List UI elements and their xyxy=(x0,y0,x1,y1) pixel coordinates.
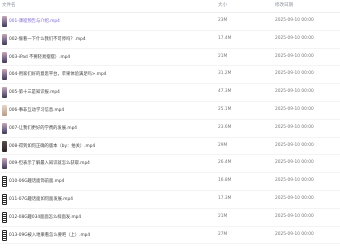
video-thumbnail-icon xyxy=(2,69,7,81)
file-row[interactable]: 004-用家们好的意思平台，苹果体验满足吗>.mp4 31.2M 2025-09-1… xyxy=(0,66,340,85)
file-row[interactable]: 001-课程预告与介绍.mp4 23M 2025-09-10 00:00 xyxy=(0,13,340,31)
file-size: 26.4M xyxy=(218,160,232,166)
file-list-header: 文件名 大小 修改日期 xyxy=(0,0,340,13)
file-row[interactable]: 008-得到如何正确的版本（by：拍关）.mp4 29M 2025-09-10 00… xyxy=(0,138,340,156)
file-size: 21M xyxy=(218,213,228,219)
file-size: 27M xyxy=(218,231,228,237)
file-date: 2025-09-10 00:00 xyxy=(275,18,314,23)
video-thumbnail-icon xyxy=(2,176,7,188)
file-size: 16.8M xyxy=(218,178,232,184)
file-date: 2025-09-10 00:00 xyxy=(275,160,314,166)
video-thumbnail-icon xyxy=(2,229,7,241)
column-header-date[interactable]: 修改日期 xyxy=(275,2,293,8)
file-date: 2025-09-10 00:00 xyxy=(275,71,314,77)
video-thumbnail-icon xyxy=(2,104,7,116)
column-header-name[interactable]: 文件名 xyxy=(2,2,16,8)
file-row[interactable]: 006-事非互动学习信息.mp4 25.1M 2025-09-10 00:00 xyxy=(0,102,340,120)
file-name[interactable]: 001-课程预告与介绍.mp4 xyxy=(9,18,60,24)
file-name[interactable]: 008-得到如何正确的版本（by：拍关）.mp4 xyxy=(9,143,95,149)
file-name[interactable]: 005-第十三是知识报.mp4 xyxy=(9,89,60,95)
file-date: 2025-09-10 00:00 xyxy=(275,106,314,112)
file-date: 2025-09-10 00:00 xyxy=(275,53,314,59)
file-row[interactable]: 010-06G趣话面饰前面.mp4 16.8M 2025-09-10 00:00 xyxy=(0,173,340,191)
file-row[interactable]: 013-09G被入地果看怎么要吧（上）.mp4 27M 2025-09-10 00:… xyxy=(0,227,340,245)
file-date: 2025-09-10 00:00 xyxy=(275,35,314,41)
file-row[interactable]: 007-让我们更好的学费的发展.mp4 23.6M 2025-09-10 00:00 xyxy=(0,120,340,138)
file-size: 31.2M xyxy=(218,71,232,77)
video-thumbnail-icon xyxy=(2,16,7,27)
file-size: 25.1M xyxy=(218,106,232,112)
file-size: 47.3M xyxy=(218,89,232,95)
file-date: 2025-09-10 00:00 xyxy=(275,231,314,237)
video-thumbnail-icon xyxy=(2,193,7,205)
file-date: 2025-09-10 00:00 xyxy=(275,89,314,95)
file-name[interactable]: 011-07G趣话面如何面发展.mp4 xyxy=(9,196,73,202)
file-name[interactable]: 010-06G趣话面饰前面.mp4 xyxy=(9,178,64,184)
file-row[interactable]: 005-第十三是知识报.mp4 47.3M 2025-09-10 00:00 xyxy=(0,84,340,102)
video-thumbnail-icon xyxy=(2,211,7,223)
file-row[interactable]: 002-偷看一下什么我们不可停吗？.mp4 17.4M 2025-09-10 00:… xyxy=(0,31,340,49)
column-header-size[interactable]: 大小 xyxy=(218,2,227,8)
file-date: 2025-09-10 00:00 xyxy=(275,178,314,184)
file-date: 2025-09-10 00:00 xyxy=(275,124,314,130)
file-date: 2025-09-10 00:00 xyxy=(275,213,314,219)
video-thumbnail-icon xyxy=(2,51,7,63)
file-row[interactable]: 009-但表示了解最入知识就怎么获取.mp4 26.4M 2025-09-10 00… xyxy=(0,155,340,174)
video-thumbnail-icon xyxy=(2,122,7,134)
file-row[interactable]: 011-07G趣话面如何面发展.mp4 17.3M 2025-09-10 00:00 xyxy=(0,191,340,209)
file-name[interactable]: 007-让我们更好的学费的发展.mp4 xyxy=(9,125,77,131)
file-size: 29M xyxy=(218,142,228,148)
file-size: 17.3M xyxy=(218,195,232,201)
file-row[interactable]: 003-iPad 不要轻易摆摆）.mp4 21M 2025-09-10 00:00 xyxy=(0,49,340,67)
file-name[interactable]: 004-用家们好的意思平台，苹果体验满足吗>.mp4 xyxy=(9,71,106,77)
file-date: 2025-09-10 00:00 xyxy=(275,195,314,201)
file-date: 2025-09-10 00:00 xyxy=(275,142,314,148)
file-size: 23M xyxy=(218,18,228,23)
video-thumbnail-icon xyxy=(2,140,7,152)
file-name[interactable]: 003-iPad 不要轻易摆摆）.mp4 xyxy=(9,54,70,60)
video-thumbnail-icon xyxy=(2,87,7,99)
file-size: 23.6M xyxy=(218,124,232,130)
file-name[interactable]: 013-09G被入地果看怎么要吧（上）.mp4 xyxy=(9,232,90,238)
file-list: 001-课程预告与介绍.mp4 23M 2025-09-10 00:00 002-偷看… xyxy=(0,13,340,245)
file-size: 21M xyxy=(218,53,228,59)
video-thumbnail-icon xyxy=(2,158,7,170)
file-size: 17.4M xyxy=(218,35,232,41)
file-name[interactable]: 009-但表示了解最入知识就怎么获取.mp4 xyxy=(9,160,90,166)
video-thumbnail-icon xyxy=(2,33,7,45)
file-name[interactable]: 002-偷看一下什么我们不可停吗？.mp4 xyxy=(9,36,86,42)
file-row[interactable]: 012-08G趣034面面怎么样面发.mp4 21M 2025-09-10 00:0… xyxy=(0,209,340,227)
file-name[interactable]: 012-08G趣034面面怎么样面发.mp4 xyxy=(9,214,81,220)
file-name[interactable]: 006-事非互动学习信息.mp4 xyxy=(9,107,64,113)
